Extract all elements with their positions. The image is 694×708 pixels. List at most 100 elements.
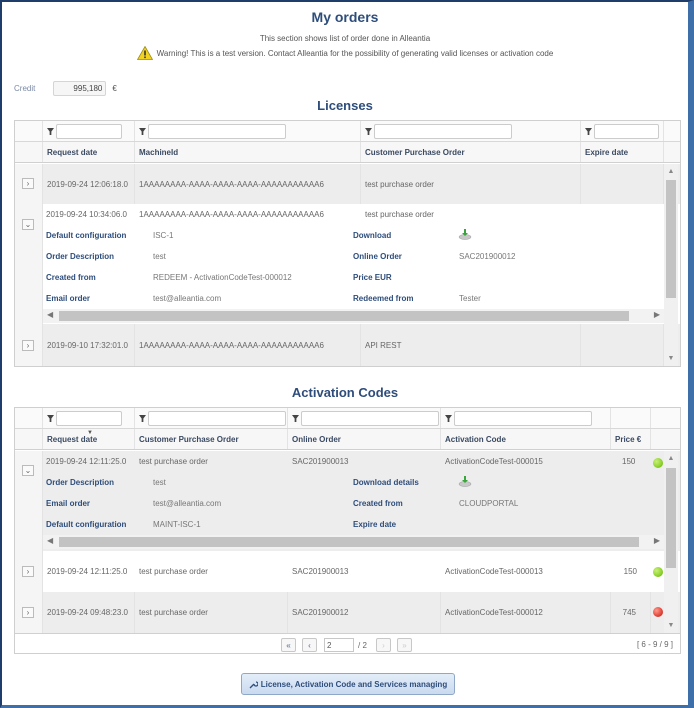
table-row[interactable]: › 2019-09-24 09:48:23.0 test purchase or… <box>15 592 680 633</box>
detail-label: Created from <box>46 273 96 282</box>
credit-field: 995,180 <box>53 81 107 96</box>
horizontal-scrollbar[interactable]: ◀ ▶ <box>43 309 664 323</box>
scroll-up-icon[interactable]: ▲ <box>664 455 678 462</box>
table-row[interactable]: › 2019-09-24 12:11:25.0 test purchase or… <box>15 551 680 592</box>
column-header[interactable]: MachineId <box>135 142 361 162</box>
collapse-row-button[interactable]: ⌄ <box>22 219 34 230</box>
licenses-title: Licenses <box>317 98 373 113</box>
column-header[interactable]: Request date <box>43 142 135 162</box>
column-header[interactable]: Price € <box>611 429 651 449</box>
detail-value: test <box>153 252 166 261</box>
warning-banner: Warning! This is a test version. Contact… <box>2 46 688 60</box>
warning-text: Warning! This is a test version. Contact… <box>156 48 554 58</box>
activation-codes-grid: Request date ▼ Customer Purchase Order O… <box>14 407 681 654</box>
page-title: My orders <box>311 9 379 25</box>
detail-label: Order Description <box>46 252 115 261</box>
cell-online-order: SAC201900013 <box>292 457 349 466</box>
scrollbar-thumb[interactable] <box>59 537 639 547</box>
first-page-button[interactable]: « <box>281 638 296 652</box>
filter-request-date-input[interactable] <box>56 410 122 426</box>
page-subtitle: This section shows list of order done in… <box>259 34 431 43</box>
licenses-filter-row <box>15 121 680 142</box>
credit-label: Credit <box>14 84 36 93</box>
detail-label: Email order <box>46 499 91 508</box>
scroll-left-icon[interactable]: ◀ <box>47 310 53 319</box>
detail-value: Tester <box>459 294 481 303</box>
manage-licenses-button[interactable]: License, Activation Code and Services ma… <box>241 673 455 695</box>
page-total: / 2 <box>358 641 367 650</box>
next-page-button[interactable]: › <box>376 638 391 652</box>
column-header[interactable]: Customer Purchase Order <box>361 142 581 162</box>
scroll-right-icon[interactable]: ▶ <box>654 310 660 319</box>
filter-online-order-input[interactable] <box>301 410 439 426</box>
cell-price: 150 <box>623 567 637 576</box>
filter-customer-po-input[interactable] <box>148 410 286 426</box>
scrollbar-thumb[interactable] <box>666 468 676 568</box>
sort-desc-icon: ▼ <box>87 430 93 436</box>
cell-request-date: 2019-09-24 12:11:25.0 <box>47 567 128 576</box>
detail-label: Created from <box>353 499 403 508</box>
column-header[interactable]: Online Order <box>288 429 441 449</box>
filter-customer-po-input[interactable] <box>374 123 512 139</box>
detail-label: Download details <box>353 478 419 487</box>
cell-activation-code: ActivationCodeTest-000012 <box>441 592 611 633</box>
filter-icon <box>585 127 592 135</box>
scrollbar-thumb[interactable] <box>59 311 629 321</box>
cell-customer-po: test purchase order <box>365 210 434 219</box>
collapse-row-button[interactable]: ⌄ <box>22 465 34 476</box>
column-header[interactable]: Activation Code <box>441 429 611 449</box>
credit-row: Credit 995,180 € <box>14 81 117 96</box>
filter-machine-id-input[interactable] <box>148 123 286 139</box>
status-red-icon <box>653 607 663 617</box>
last-page-button[interactable]: » <box>397 638 412 652</box>
scroll-left-icon[interactable]: ◀ <box>47 536 53 545</box>
prev-page-button[interactable]: ‹ <box>302 638 317 652</box>
expand-row-button[interactable]: › <box>22 607 34 618</box>
expand-row-button[interactable]: › <box>22 340 34 351</box>
detail-label: Online Order <box>353 252 402 261</box>
filter-request-date-input[interactable] <box>56 123 122 139</box>
detail-label: Default configuration <box>46 520 127 529</box>
vertical-scrollbar[interactable]: ▲ ▼ <box>664 164 678 366</box>
activation-header-row: Request date ▼ Customer Purchase Order O… <box>15 429 680 450</box>
cell-activation-code: ActivationCodeTest-000013 <box>445 567 543 576</box>
cell-machine-id: 1AAAAAAAA-AAAA-AAAA-AAAA-AAAAAAAAAAA6 <box>139 210 324 219</box>
expand-row-button[interactable]: › <box>22 178 34 189</box>
table-row[interactable]: › 2019-09-10 17:32:01.0 1AAAAAAAA-AAAA-A… <box>15 324 680 366</box>
column-header[interactable]: Customer Purchase Order <box>135 429 288 449</box>
detail-value: REDEEM - ActivationCodeTest-000012 <box>153 273 292 282</box>
expand-row-button[interactable]: › <box>22 566 34 577</box>
table-row[interactable]: › 2019-09-24 12:06:18.0 1AAAAAAAA-AAAA-A… <box>15 164 680 204</box>
download-icon[interactable] <box>458 475 472 487</box>
status-green-icon <box>653 458 663 468</box>
column-header[interactable]: Expire date <box>581 142 664 162</box>
horizontal-scrollbar[interactable]: ◀ ▶ <box>43 535 664 549</box>
detail-label: Email order <box>46 294 91 303</box>
cell-expire-date <box>581 164 664 204</box>
activation-codes-title: Activation Codes <box>291 385 399 400</box>
scroll-down-icon[interactable]: ▼ <box>664 355 678 362</box>
detail-label: Expire date <box>353 520 397 529</box>
scrollbar-thumb[interactable] <box>666 180 676 298</box>
scroll-down-icon[interactable]: ▼ <box>664 622 678 629</box>
detail-value: CLOUDPORTAL <box>459 499 519 508</box>
cell-activation-code: ActivationCodeTest-000015 <box>445 457 543 466</box>
filter-customer-po <box>135 408 288 428</box>
vertical-scrollbar[interactable]: ▲ ▼ <box>664 451 678 633</box>
scroll-up-icon[interactable]: ▲ <box>664 168 678 175</box>
detail-value: test@alleantia.com <box>153 499 222 508</box>
credit-unit: € <box>112 84 117 93</box>
download-icon[interactable] <box>458 228 472 240</box>
column-header[interactable]: Request date ▼ <box>43 429 135 449</box>
scroll-right-icon[interactable]: ▶ <box>654 536 660 545</box>
filter-activation-code-input[interactable] <box>454 410 592 426</box>
filter-activation-code <box>441 408 611 428</box>
table-row-expanded[interactable]: ⌄ 2019-09-24 10:34:06.0 1AAAAAAAA-AAAA-A… <box>15 204 680 324</box>
page-number-input[interactable] <box>324 638 354 652</box>
cell-expire-date <box>581 324 664 366</box>
filter-expire-date-input[interactable] <box>594 123 659 139</box>
filter-icon <box>139 414 146 422</box>
licenses-header-row: Request date MachineId Customer Purchase… <box>15 142 680 163</box>
cell-online-order: SAC201900012 <box>288 592 441 633</box>
table-row-expanded[interactable]: ⌄ 2019-09-24 12:11:25.0 test purchase or… <box>15 451 680 551</box>
